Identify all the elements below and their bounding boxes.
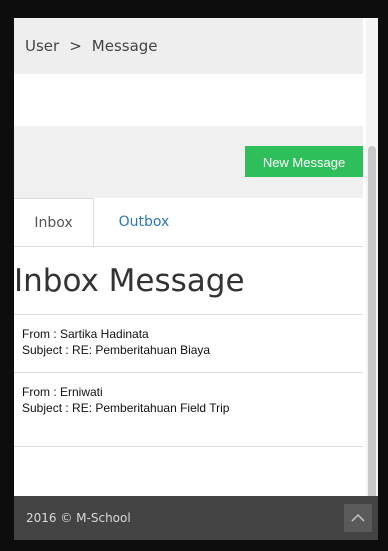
footer-copyright: 2016 © M-School: [26, 511, 131, 525]
toolbar-panel: New Message: [14, 126, 363, 198]
message-from: From : Erniwati: [22, 385, 103, 399]
message-item-wrapper: From : Erniwati Subject : RE: Pemberitah…: [14, 373, 363, 447]
message-tabs: Inbox Outbox: [14, 198, 363, 247]
message-from: From : Sartika Hadinata: [22, 327, 149, 341]
message-item[interactable]: From : Sartika Hadinata Subject : RE: Pe…: [14, 315, 363, 373]
page-title: Inbox Message: [14, 263, 245, 299]
scrollbar[interactable]: [366, 18, 378, 506]
message-list: From : Sartika Hadinata Subject : RE: Pe…: [14, 314, 363, 447]
breadcrumb: User > Message: [14, 18, 363, 74]
tab-inbox[interactable]: Inbox: [14, 198, 94, 246]
message-item[interactable]: From : Erniwati Subject : RE: Pemberitah…: [14, 373, 252, 446]
tab-outbox[interactable]: Outbox: [104, 198, 184, 246]
footer: 2016 © M-School: [14, 496, 378, 540]
breadcrumb-current: Message: [91, 37, 158, 55]
message-subject: Subject : RE: Pemberitahuan Biaya: [22, 343, 211, 357]
breadcrumb-root[interactable]: User: [25, 37, 59, 55]
chevron-up-icon: [351, 513, 365, 522]
new-message-button[interactable]: New Message: [245, 146, 363, 177]
message-subject: Subject : RE: Pemberitahuan Field Trip: [22, 401, 230, 415]
back-to-top-button[interactable]: [344, 504, 372, 532]
scrollbar-thumb[interactable]: [368, 146, 376, 506]
breadcrumb-separator: >: [69, 37, 82, 55]
